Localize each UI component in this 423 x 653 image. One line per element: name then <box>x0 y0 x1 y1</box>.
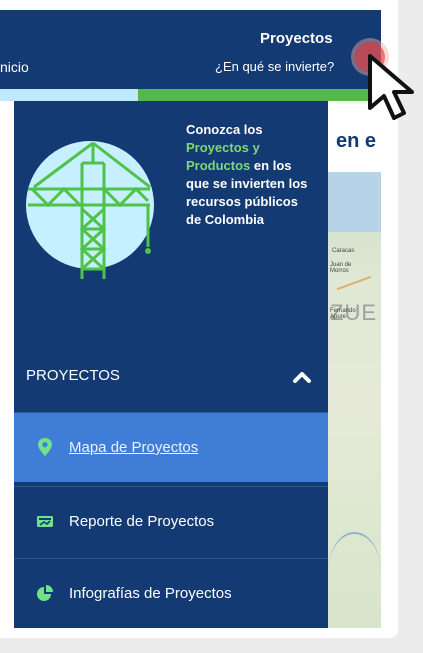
map-road <box>336 275 372 291</box>
side-menu-panel: Conozca los Proyectos y Productos en los… <box>14 101 328 628</box>
top-navigation-bar: nicio Proyectos ¿En qué se invierte? <box>0 10 381 89</box>
progress-stripe-green <box>138 89 381 101</box>
progress-stripe-cyan <box>0 89 138 101</box>
menu-section-proyectos[interactable]: PROYECTOS <box>14 346 328 410</box>
construction-crane-icon <box>26 141 154 279</box>
promo-highlight: Proyectos y Productos <box>186 140 260 173</box>
map-city-label: Fernando Apure <box>330 308 356 320</box>
menu-item-label[interactable]: Reporte de Proyectos <box>69 513 214 530</box>
menu-item-infografias-de-proyectos[interactable]: Infografías de Proyectos <box>14 558 328 628</box>
pie-chart-icon <box>37 585 53 601</box>
content-heading: en e <box>336 130 377 152</box>
map-pin-icon <box>38 438 52 456</box>
menu-item-label[interactable]: Mapa de Proyectos <box>69 439 198 456</box>
map-water <box>328 172 381 232</box>
map-city-label: Caracas <box>332 248 355 254</box>
map-river <box>328 532 381 612</box>
chevron-up-icon[interactable] <box>291 366 313 388</box>
map-city-label: Juan de Morros <box>330 262 352 274</box>
page-viewport: nicio Proyectos ¿En qué se invierte? en … <box>0 0 398 638</box>
nav-link-inicio[interactable]: nicio <box>0 59 29 75</box>
nav-section-title[interactable]: Proyectos <box>260 30 333 47</box>
promo-line-1: Conozca los <box>186 122 263 137</box>
menu-item-mapa-de-proyectos[interactable]: Mapa de Proyectos <box>14 412 328 482</box>
menu-item-label[interactable]: Infografías de Proyectos <box>69 585 232 602</box>
projects-map[interactable]: Caracas Juan de Morros ZUE Fernando Apur… <box>328 172 381 628</box>
promo-text: Conozca los Proyectos y Productos en los… <box>186 121 316 229</box>
nav-link-en-que-se-invierte[interactable]: ¿En qué se invierte? <box>215 59 334 74</box>
mouse-pointer-icon <box>368 54 414 120</box>
report-icon <box>37 516 53 527</box>
menu-section-label: PROYECTOS <box>26 367 120 384</box>
menu-item-reporte-de-proyectos[interactable]: Reporte de Proyectos <box>14 486 328 556</box>
